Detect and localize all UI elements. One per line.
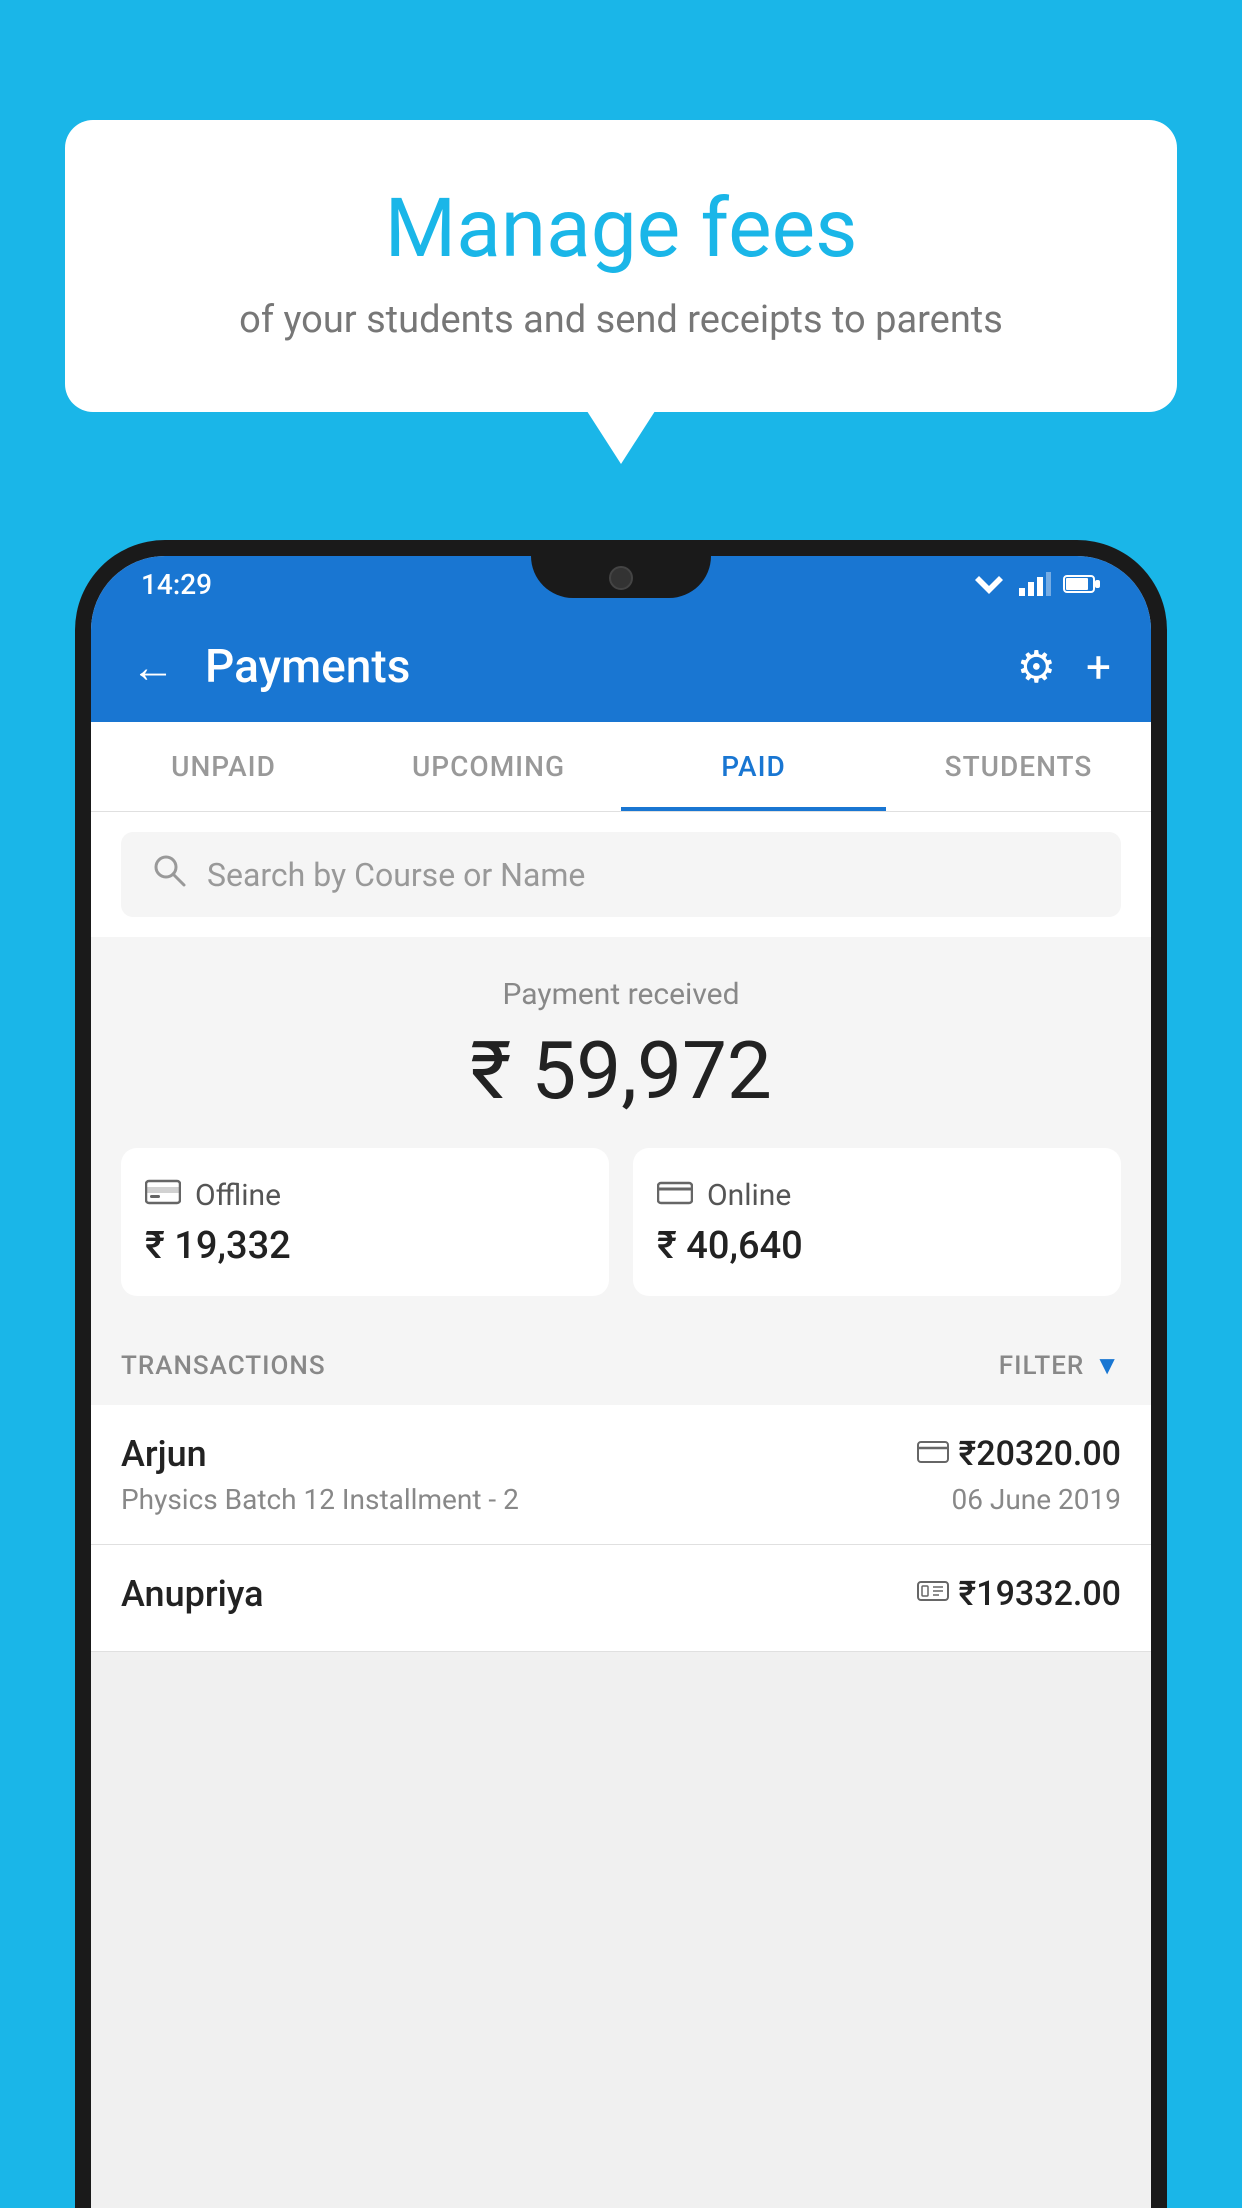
status-time: 14:29: [141, 568, 212, 601]
phone-notch: [531, 556, 711, 598]
wifi-icon: [971, 572, 1007, 596]
transaction-row-anupriya[interactable]: Anupriya ₹19332.00: [91, 1545, 1151, 1652]
online-card: Online ₹ 40,640: [633, 1148, 1121, 1296]
filter-button[interactable]: FILTER ▼: [999, 1350, 1121, 1381]
online-icon: [657, 1176, 693, 1214]
signal-icon: [1019, 572, 1051, 596]
offline-card-header: Offline: [145, 1176, 585, 1214]
payment-summary: Payment received ₹ 59,972 Offline: [91, 937, 1151, 1326]
tab-students[interactable]: STUDENTS: [886, 722, 1151, 811]
payment-cards: Offline ₹ 19,332 Online: [121, 1148, 1121, 1296]
offline-card: Offline ₹ 19,332: [121, 1148, 609, 1296]
transaction-amount-container-anupriya: ₹19332.00: [917, 1574, 1121, 1614]
camera: [609, 566, 633, 590]
transactions-header: TRANSACTIONS FILTER ▼: [91, 1326, 1151, 1405]
transaction-top-anupriya: Anupriya ₹19332.00: [121, 1573, 1121, 1615]
phone-frame: 14:29 ← Payments: [75, 540, 1167, 2208]
transaction-amount-arjun: ₹20320.00: [959, 1434, 1121, 1474]
search-bar[interactable]: Search by Course or Name: [121, 832, 1121, 917]
transaction-row-arjun[interactable]: Arjun ₹20320.00 Physics Batch 12 Install…: [91, 1405, 1151, 1545]
speech-bubble-container: Manage fees of your students and send re…: [65, 120, 1177, 412]
speech-bubble: Manage fees of your students and send re…: [65, 120, 1177, 412]
online-type: Online: [707, 1178, 791, 1213]
status-icons: [971, 572, 1101, 596]
cash-payment-icon: [917, 1578, 949, 1611]
online-card-header: Online: [657, 1176, 1097, 1214]
tab-paid[interactable]: PAID: [621, 722, 886, 811]
tabs: UNPAID UPCOMING PAID STUDENTS: [91, 722, 1151, 812]
search-container: Search by Course or Name: [91, 812, 1151, 937]
transaction-detail-arjun: Physics Batch 12 Installment - 2: [121, 1483, 519, 1516]
tab-upcoming[interactable]: UPCOMING: [356, 722, 621, 811]
gear-button[interactable]: ⚙: [1017, 641, 1056, 693]
transaction-amount-anupriya: ₹19332.00: [959, 1574, 1121, 1614]
search-placeholder: Search by Course or Name: [207, 856, 585, 894]
filter-icon: ▼: [1094, 1350, 1121, 1381]
battery-icon: [1063, 573, 1101, 595]
plus-button[interactable]: +: [1086, 641, 1111, 693]
back-button[interactable]: ←: [131, 641, 175, 693]
offline-amount: ₹ 19,332: [145, 1224, 585, 1268]
phone-screen: 14:29 ← Payments: [91, 556, 1151, 2208]
online-amount: ₹ 40,640: [657, 1224, 1097, 1268]
payment-amount: ₹ 59,972: [121, 1024, 1121, 1118]
transaction-name-arjun: Arjun: [121, 1433, 207, 1475]
transaction-top-arjun: Arjun ₹20320.00: [121, 1433, 1121, 1475]
offline-icon: [145, 1176, 181, 1214]
transactions-label: TRANSACTIONS: [121, 1351, 326, 1381]
transaction-amount-container-arjun: ₹20320.00: [917, 1434, 1121, 1474]
search-icon: [151, 852, 187, 897]
filter-label: FILTER: [999, 1351, 1084, 1381]
offline-type: Offline: [195, 1178, 281, 1213]
app-bar: ← Payments ⚙ +: [91, 612, 1151, 722]
transaction-name-anupriya: Anupriya: [121, 1573, 264, 1615]
app-title: Payments: [205, 640, 987, 694]
bubble-subtitle: of your students and send receipts to pa…: [145, 298, 1097, 342]
transaction-date-arjun: 06 June 2019: [951, 1483, 1121, 1516]
bubble-title: Manage fees: [145, 180, 1097, 278]
transaction-bottom-arjun: Physics Batch 12 Installment - 2 06 June…: [121, 1483, 1121, 1516]
payment-label: Payment received: [121, 977, 1121, 1012]
tab-unpaid[interactable]: UNPAID: [91, 722, 356, 811]
card-payment-icon: [917, 1438, 949, 1471]
